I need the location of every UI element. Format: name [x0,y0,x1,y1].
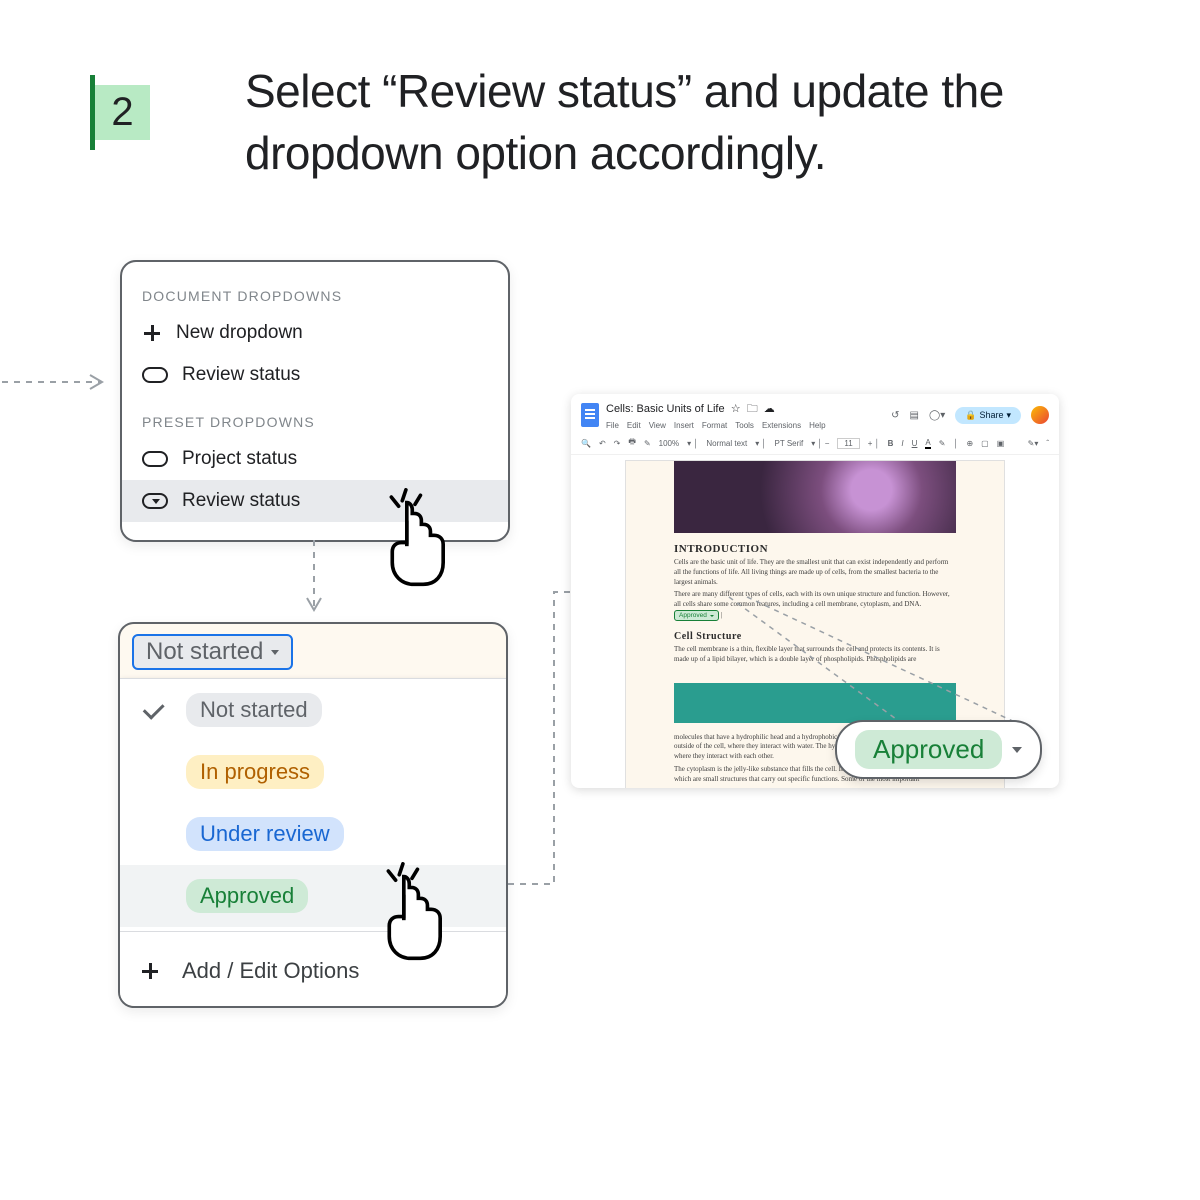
redo-icon[interactable]: ↷ [614,439,621,448]
collapse-icon[interactable]: ˆ [1046,439,1049,448]
docs-logo-icon [581,403,599,427]
zoom-select[interactable]: 100% [659,439,679,448]
plus-icon [142,323,162,343]
font-size[interactable]: 11 [837,438,859,449]
hero-image [674,461,956,533]
avatar[interactable] [1031,406,1049,424]
comments-icon[interactable]: ▤ [910,410,919,421]
menu-help[interactable]: Help [809,421,825,430]
meet-icon[interactable]: ◯▾ [929,410,945,421]
chip-in-progress: In progress [186,755,324,789]
document-dropdowns-header: DOCUMENT DROPDOWNS [122,280,508,312]
divider [120,931,506,932]
options-popup: Not started In progress Under review App… [120,678,506,1006]
comment-icon[interactable]: ▢ [981,439,989,448]
arrow-to-panel1 [0,370,120,394]
review-status-item-preset[interactable]: Review status [122,480,508,522]
caret-icon [271,650,279,655]
undo-icon[interactable]: ↶ [599,439,606,448]
new-dropdown-item[interactable]: New dropdown [122,312,508,354]
para-intro-1: Cells are the basic unit of life. They a… [674,558,956,587]
arrow-between-panels [304,540,324,622]
style-select[interactable]: Normal text [706,439,747,448]
option-under-review[interactable]: Under review [120,803,506,865]
project-status-label: Project status [182,448,297,470]
project-status-item[interactable]: Project status [122,438,508,480]
menu-insert[interactable]: Insert [674,421,694,430]
check-icon [139,701,167,719]
para-intro-2: There are many different types of cells,… [674,590,956,621]
preset-dropdowns-header: PRESET DROPDOWNS [122,406,508,438]
dropdown-menu-panel: DOCUMENT DROPDOWNS New dropdown Review s… [120,260,510,542]
chip-icon [142,451,168,467]
menu-view[interactable]: View [649,421,666,430]
step-number: 2 [111,90,133,135]
chip-under-review: Under review [186,817,344,851]
options-panel: Not started Not started In progress Unde… [118,622,508,1008]
instruction-text: Select “Review status” and update the dr… [245,60,1115,184]
chip-not-started: Not started [186,693,322,727]
textcolor-icon[interactable]: A [925,438,930,449]
chip-icon [142,367,168,383]
plus-icon [140,961,160,981]
chip-approved: Approved [186,879,308,913]
add-edit-options[interactable]: Add / Edit Options [120,936,506,1006]
add-edit-label: Add / Edit Options [182,958,359,984]
editing-icon[interactable]: ✎▾ [1028,439,1039,448]
menu-edit[interactable]: Edit [627,421,641,430]
step-badge: 2 [95,85,150,140]
image-icon[interactable]: ▣ [997,439,1005,448]
paint-icon[interactable]: ✎ [644,439,651,448]
share-button[interactable]: 🔒 Share ▾ [955,407,1021,424]
para-structure-1: The cell membrane is a thin, flexible la… [674,645,956,665]
current-status-chip[interactable]: Not started [132,634,293,670]
review-status-item-doc[interactable]: Review status [122,354,508,396]
option-in-progress[interactable]: In progress [120,741,506,803]
mini-caret-icon [710,615,714,617]
print-icon[interactable]: 🖶 [628,436,636,450]
heading-structure: Cell Structure [674,631,956,642]
option-approved[interactable]: Approved [120,865,506,927]
menu-file[interactable]: File [606,421,619,430]
menu-tools[interactable]: Tools [735,421,754,430]
bold-icon[interactable]: B [888,439,894,448]
review-status-label-doc: Review status [182,364,300,386]
menu-extensions[interactable]: Extensions [762,421,801,430]
highlight-icon[interactable]: ✎ [939,439,946,448]
review-status-label-preset: Review status [182,490,300,512]
chip-caret-icon [142,493,168,509]
history-icon[interactable]: ↺ [891,410,899,421]
link-icon[interactable]: ⊕ [966,439,973,448]
docs-title: Cells: Basic Units of Life ☆ 🗀 ☁ [606,400,884,419]
caret-icon [1012,747,1022,753]
docs-header: Cells: Basic Units of Life ☆ 🗀 ☁ File Ed… [571,394,1059,432]
approved-callout: Approved [835,720,1042,779]
underline-icon[interactable]: U [912,439,918,448]
search-icon[interactable]: 🔍 [581,439,591,448]
font-select[interactable]: PT Serif [775,439,804,448]
approved-callout-chip[interactable]: Approved [855,730,1002,769]
option-not-started[interactable]: Not started [120,679,506,741]
new-dropdown-label: New dropdown [176,322,303,344]
current-status-label: Not started [146,638,263,666]
menu-format[interactable]: Format [702,421,727,430]
italic-icon[interactable]: I [901,439,903,448]
docs-toolbar: 🔍 ↶ ↷ 🖶 ✎ 100%▾ │ Normal text▾ │ PT Seri… [571,432,1059,455]
docs-menus: File Edit View Insert Format Tools Exten… [606,421,884,430]
heading-intro: INTRODUCTION [674,543,956,555]
inline-approved-chip[interactable]: Approved [674,610,719,621]
teal-block [674,683,956,723]
